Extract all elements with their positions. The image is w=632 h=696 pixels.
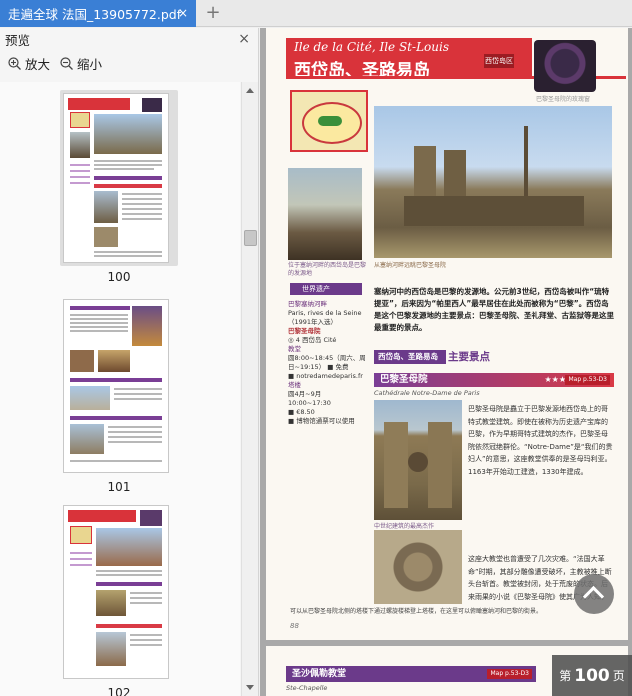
preview-sidebar: 预览 × 放大 缩小 100 101 102: [0, 28, 259, 696]
banner-title-en: Ile de la Cité, Ile St-Louis: [294, 40, 449, 54]
tab-title: 走遍全球 法国_13905772.pdf: [8, 7, 182, 22]
side-info-line: 塔楼: [288, 381, 301, 389]
world-heritage-tag: 世界遗产: [290, 283, 362, 295]
sidebar-header: 预览: [0, 28, 258, 50]
document-tab[interactable]: 走遍全球 法国_13905772.pdf ×: [0, 0, 196, 27]
thumbnail-page-101[interactable]: 101: [60, 296, 178, 494]
section-area-label: 西岱岛、圣路易岛: [374, 350, 446, 364]
seine-photo-caption: 位于塞纳河畔的西岱岛是巴黎的发源地: [288, 262, 367, 277]
section-title: 主要景点: [448, 351, 490, 363]
scroll-down-icon[interactable]: [246, 685, 254, 690]
side-info-line: 教堂: [288, 345, 301, 353]
close-tab-icon[interactable]: ×: [176, 6, 190, 20]
page-indicator-prefix: 第: [559, 669, 572, 683]
tab-bar: 走遍全球 法国_13905772.pdf × +: [0, 0, 632, 27]
thumbnail-page-number: 102: [107, 686, 131, 696]
intro-paragraph: 塞纳河中的西岱岛是巴黎的发源地。公元前3世纪，西岱岛被叫作“琉特提亚”，后来因为…: [374, 287, 614, 332]
zoom-in-icon: [8, 56, 21, 70]
next-sight-header: 圣沙佩勒教堂 Map p.53-D3: [286, 666, 536, 682]
sight-map-ref: Map p.53-D3: [565, 375, 610, 385]
section-header: 西岱岛、圣路易岛 主要景点: [374, 350, 614, 364]
page-footnote: 可以从巴黎圣母院北侧的塔楼下通过螺旋楼梯登上塔楼，在这里可以俯瞰塞纳河和巴黎的街…: [290, 608, 543, 615]
sight-rating: ★★★: [544, 375, 566, 384]
side-info-line: 圆8:00~18:45（周六、周日~19:15） ■ 免费: [288, 354, 366, 371]
next-sight-title: 圣沙佩勒教堂: [292, 669, 347, 679]
zoom-out-label: 缩小: [77, 56, 103, 72]
facade-photo-caption: 中世纪建筑的最高杰作: [374, 523, 435, 530]
next-sight-subtitle: Ste-Chapelle: [286, 684, 328, 692]
side-info-line: （1991年入选）: [288, 318, 338, 326]
zoom-controls: 放大 缩小: [0, 50, 258, 76]
sight-title: 巴黎圣母院: [380, 374, 428, 385]
page-indicator: 第 100 页: [552, 655, 632, 696]
notre-dame-photo-caption: 从塞纳河畔远眺巴黎圣母院: [374, 262, 447, 269]
notre-dame-photo: [374, 106, 612, 258]
side-info-line: ■ notredamedeparis.fr: [288, 372, 363, 380]
side-info-line: ■ €8.50: [288, 408, 315, 416]
thumbnail-page-100[interactable]: 100: [60, 90, 178, 284]
thumbnail-scrollbar[interactable]: [241, 82, 258, 696]
point-zero-photo: [374, 530, 462, 604]
page-indicator-suffix: 页: [612, 669, 625, 683]
zoom-in-button[interactable]: 放大: [8, 54, 50, 73]
thumbnail-page-number: 101: [107, 480, 131, 494]
page-indicator-number: 100: [574, 665, 610, 686]
thumbnail-page-number: 100: [107, 270, 131, 284]
thumbnail-list: 100 101 102: [0, 82, 240, 696]
sight-subtitle: Cathédrale Notre-Dame de Paris: [374, 389, 480, 397]
banner-area-tag: 西岱岛区: [484, 54, 514, 68]
thumbnail-page-102[interactable]: 102: [60, 502, 178, 696]
side-info-line: ■ 博物馆通票可以使用: [288, 417, 355, 425]
scrollbar-thumb[interactable]: [244, 230, 257, 246]
next-sight-map-ref: Map p.53-D3: [487, 669, 532, 679]
seine-side-photo: [288, 168, 362, 260]
close-sidebar-icon[interactable]: ×: [238, 31, 250, 47]
zoom-in-label: 放大: [25, 56, 51, 72]
scroll-up-icon[interactable]: [246, 88, 254, 93]
notre-dame-facade-photo: [374, 400, 462, 520]
body-paragraph-1: 巴黎圣母院是矗立于巴黎发源地西岱岛上的哥特式教堂建筑。即使在被称为历史遗产宝库的…: [468, 405, 613, 476]
page-banner: Ile de la Cité, Ile St-Louis 西岱岛、圣路易岛 西岱…: [286, 38, 532, 81]
sight-header: 巴黎圣母院 ★★★ Map p.53-D3: [374, 373, 614, 387]
printed-page-number: 88: [290, 622, 299, 630]
side-info-line: ◎ 4 西岱岛 Cité: [288, 336, 337, 344]
rose-window-caption: 巴黎圣母院的玫瑰窗: [536, 96, 591, 103]
side-info-line: Paris, rives de la Seine: [288, 309, 362, 317]
rose-window-photo: [534, 40, 596, 92]
side-info-block: 巴黎塞纳河畔 Paris, rives de la Seine （1991年入选…: [288, 300, 366, 426]
thumbnail-image: [63, 505, 169, 679]
thumbnail-image: [63, 299, 169, 473]
side-info-line: 巴黎塞纳河畔: [288, 300, 327, 308]
new-tab-button[interactable]: +: [203, 3, 223, 23]
scroll-to-top-button[interactable]: [574, 574, 614, 614]
zoom-out-button[interactable]: 缩小: [60, 54, 102, 73]
side-info-line: 巴黎圣母院: [288, 327, 321, 335]
thumbnail-image: [63, 93, 169, 263]
zoom-out-icon: [60, 56, 73, 70]
area-map-image: [290, 90, 368, 152]
pdf-page-100: Ile de la Cité, Ile St-Louis 西岱岛、圣路易岛 西岱…: [266, 28, 628, 640]
sidebar-title: 预览: [5, 32, 31, 48]
side-info-line: 圆4月~9月 10:00~17:30: [288, 390, 331, 407]
